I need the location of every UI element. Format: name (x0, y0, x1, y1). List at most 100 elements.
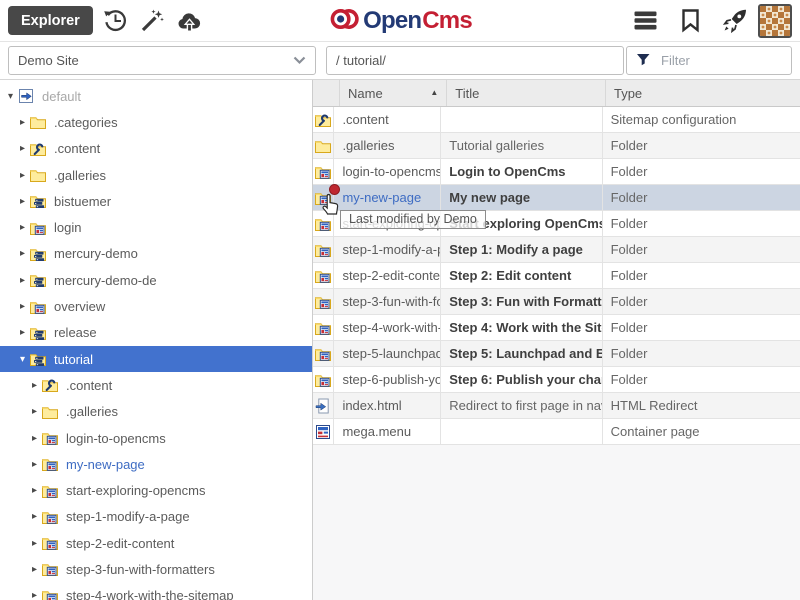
toolbar-right-icons (623, 4, 792, 38)
tree-item-bistuemer[interactable]: ▸bistuemer (0, 188, 312, 214)
expand-arrow-icon[interactable]: ▸ (28, 590, 41, 600)
expand-arrow-icon[interactable]: ▸ (28, 406, 41, 417)
folderLayout-icon (313, 237, 334, 262)
expand-arrow-icon[interactable]: ▸ (16, 143, 29, 154)
expand-arrow-icon[interactable]: ▸ (16, 196, 29, 207)
tree-item-.content[interactable]: ▸.content (0, 136, 312, 162)
menu-icon[interactable] (631, 6, 660, 35)
tree-item-.categories[interactable]: ▸.categories (0, 109, 312, 135)
tree-item-step-3-fun-with-formatters[interactable]: ▸step-3-fun-with-formatters (0, 556, 312, 582)
column-header-type[interactable]: Type (606, 80, 800, 106)
cell-type: Folder (603, 133, 800, 158)
folderLayout-icon (313, 211, 334, 236)
cell-name[interactable]: step-2-edit-content (334, 263, 441, 288)
tree-item-step-2-edit-content[interactable]: ▸ step-2-edit-content (0, 530, 312, 556)
expand-arrow-icon[interactable]: ▸ (28, 459, 41, 470)
table-header: Name ▲ Title Type (313, 80, 800, 107)
chevron-down-icon (293, 53, 306, 68)
cell-title: My new page (441, 185, 602, 210)
tree-item-start-exploring-opencms[interactable]: ▸start-exploring-opencms (0, 477, 312, 503)
expand-arrow-icon[interactable]: ▸ (16, 301, 29, 312)
tree-item-release[interactable]: ▸release (0, 320, 312, 346)
tree-item-.content[interactable]: ▸.content (0, 372, 312, 398)
cell-name[interactable]: index.html (334, 393, 441, 418)
cell-type: Folder (603, 289, 800, 314)
tree-item-login-to-opencms[interactable]: ▸login-to-opencms (0, 425, 312, 451)
table-row-.content[interactable]: .contentSitemap configuration (313, 107, 800, 133)
table-row-step-5-launchpad-and-explorer[interactable]: step-5-launchpad-and-explorerStep 5: Lau… (313, 341, 800, 367)
table-row-my-new-page[interactable]: my-new-pageMy new pageFolder (313, 185, 800, 211)
path-input[interactable] (326, 46, 624, 75)
expand-arrow-icon[interactable]: ▸ (28, 485, 41, 496)
table-row-login-to-opencms[interactable]: login-to-opencmsLogin to OpenCmsFolder (313, 159, 800, 185)
tree-item-default[interactable]: ▾default (0, 83, 312, 109)
tree-item-step-4-work-with-the-sitemap[interactable]: ▸step-4-work-with-the-sitemap (0, 583, 312, 600)
tree-item-.galleries[interactable]: ▸.galleries (0, 162, 312, 188)
folderLayout-icon (41, 560, 60, 579)
tree-item-login[interactable]: ▸ login (0, 214, 312, 240)
column-header-icon[interactable] (313, 80, 340, 106)
user-avatar[interactable] (758, 4, 792, 38)
table-row-step-3-fun-with-formatters[interactable]: step-3-fun-with-formattersStep 3: Fun wi… (313, 289, 800, 315)
cell-name[interactable]: .content (334, 107, 441, 132)
site-selector[interactable]: Demo Site (8, 46, 316, 75)
table-row-index.html[interactable]: index.htmlRedirect to first page in navi… (313, 393, 800, 419)
collapse-arrow-icon[interactable]: ▾ (4, 91, 17, 102)
rocket-icon[interactable] (721, 6, 750, 35)
expand-arrow-icon[interactable]: ▸ (28, 511, 41, 522)
cell-name[interactable]: my-new-page (334, 185, 441, 210)
tree-item-.galleries[interactable]: ▸.galleries (0, 399, 312, 425)
publish-cloud-icon[interactable] (175, 6, 204, 35)
cell-name[interactable]: login-to-opencms (334, 159, 441, 184)
cell-name[interactable]: step-3-fun-with-formatters (334, 289, 441, 314)
tree-item-mercury-demo[interactable]: ▸mercury-demo (0, 241, 312, 267)
expand-arrow-icon[interactable]: ▸ (28, 538, 41, 549)
bookmark-icon[interactable] (676, 6, 705, 35)
table-row-mega.menu[interactable]: mega.menuContainer page (313, 419, 800, 445)
table-row-step-6-publish-your-changes[interactable]: step-6-publish-your-changesStep 6: Publi… (313, 367, 800, 393)
cell-name[interactable]: step-1-modify-a-page (334, 237, 441, 262)
column-header-name[interactable]: Name ▲ (340, 80, 447, 106)
folderStack-icon (29, 192, 48, 211)
sort-asc-icon: ▲ (430, 89, 438, 97)
expand-arrow-icon[interactable]: ▸ (16, 327, 29, 338)
tree-item-my-new-page[interactable]: ▸ my-new-page (0, 451, 312, 477)
expand-arrow-icon[interactable]: ▸ (16, 248, 29, 259)
expand-arrow-icon[interactable]: ▸ (28, 564, 41, 575)
magic-wand-icon[interactable] (138, 6, 167, 35)
table-row-step-2-edit-content[interactable]: step-2-edit-contentStep 2: Edit contentF… (313, 263, 800, 289)
tree-item-label: my-new-page (66, 457, 145, 472)
main-content: ▾default▸.categories▸.content▸.galleries… (0, 80, 800, 600)
tree-item-tutorial[interactable]: ▾tutorial (0, 346, 312, 372)
cell-name[interactable]: mega.menu (334, 419, 441, 444)
explorer-view-button[interactable]: Explorer (8, 6, 93, 35)
cell-name[interactable]: step-5-launchpad-and-explorer (334, 341, 441, 366)
table-row-step-1-modify-a-page[interactable]: step-1-modify-a-pageStep 1: Modify a pag… (313, 237, 800, 263)
expand-arrow-icon[interactable]: ▸ (28, 380, 41, 391)
filter-input[interactable] (659, 52, 782, 69)
expand-arrow-icon[interactable]: ▸ (28, 433, 41, 444)
tree-item-mercury-demo-de[interactable]: ▸mercury-demo-de (0, 267, 312, 293)
expand-arrow-icon[interactable]: ▸ (16, 170, 29, 181)
history-icon[interactable] (101, 6, 130, 35)
column-header-name-label: Name (348, 86, 383, 101)
column-header-title[interactable]: Title (447, 80, 606, 106)
expand-arrow-icon[interactable]: ▸ (16, 117, 29, 128)
cell-title: Redirect to first page in navigation (441, 393, 602, 418)
expand-arrow-icon[interactable]: ▸ (16, 275, 29, 286)
folderStack-icon (29, 271, 48, 290)
tree-item-overview[interactable]: ▸overview (0, 293, 312, 319)
folderLayout-icon (313, 315, 334, 340)
cell-name[interactable]: step-4-work-with-the-sitemap (334, 315, 441, 340)
collapse-arrow-icon[interactable]: ▾ (16, 354, 29, 365)
cell-name[interactable]: step-6-publish-your-changes (334, 367, 441, 392)
expand-arrow-icon[interactable]: ▸ (16, 222, 29, 233)
table-row-step-4-work-with-the-sitemap[interactable]: step-4-work-with-the-sitemapStep 4: Work… (313, 315, 800, 341)
cell-name[interactable]: .galleries (334, 133, 441, 158)
tree-item-label: login (54, 220, 81, 235)
tree-item-label: step-2-edit-content (66, 536, 174, 551)
table-row-.galleries[interactable]: .galleriesTutorial galleriesFolder (313, 133, 800, 159)
tree-item-step-1-modify-a-page[interactable]: ▸step-1-modify-a-page (0, 504, 312, 530)
filter-box[interactable] (626, 46, 792, 75)
cell-title: Tutorial galleries (441, 133, 602, 158)
